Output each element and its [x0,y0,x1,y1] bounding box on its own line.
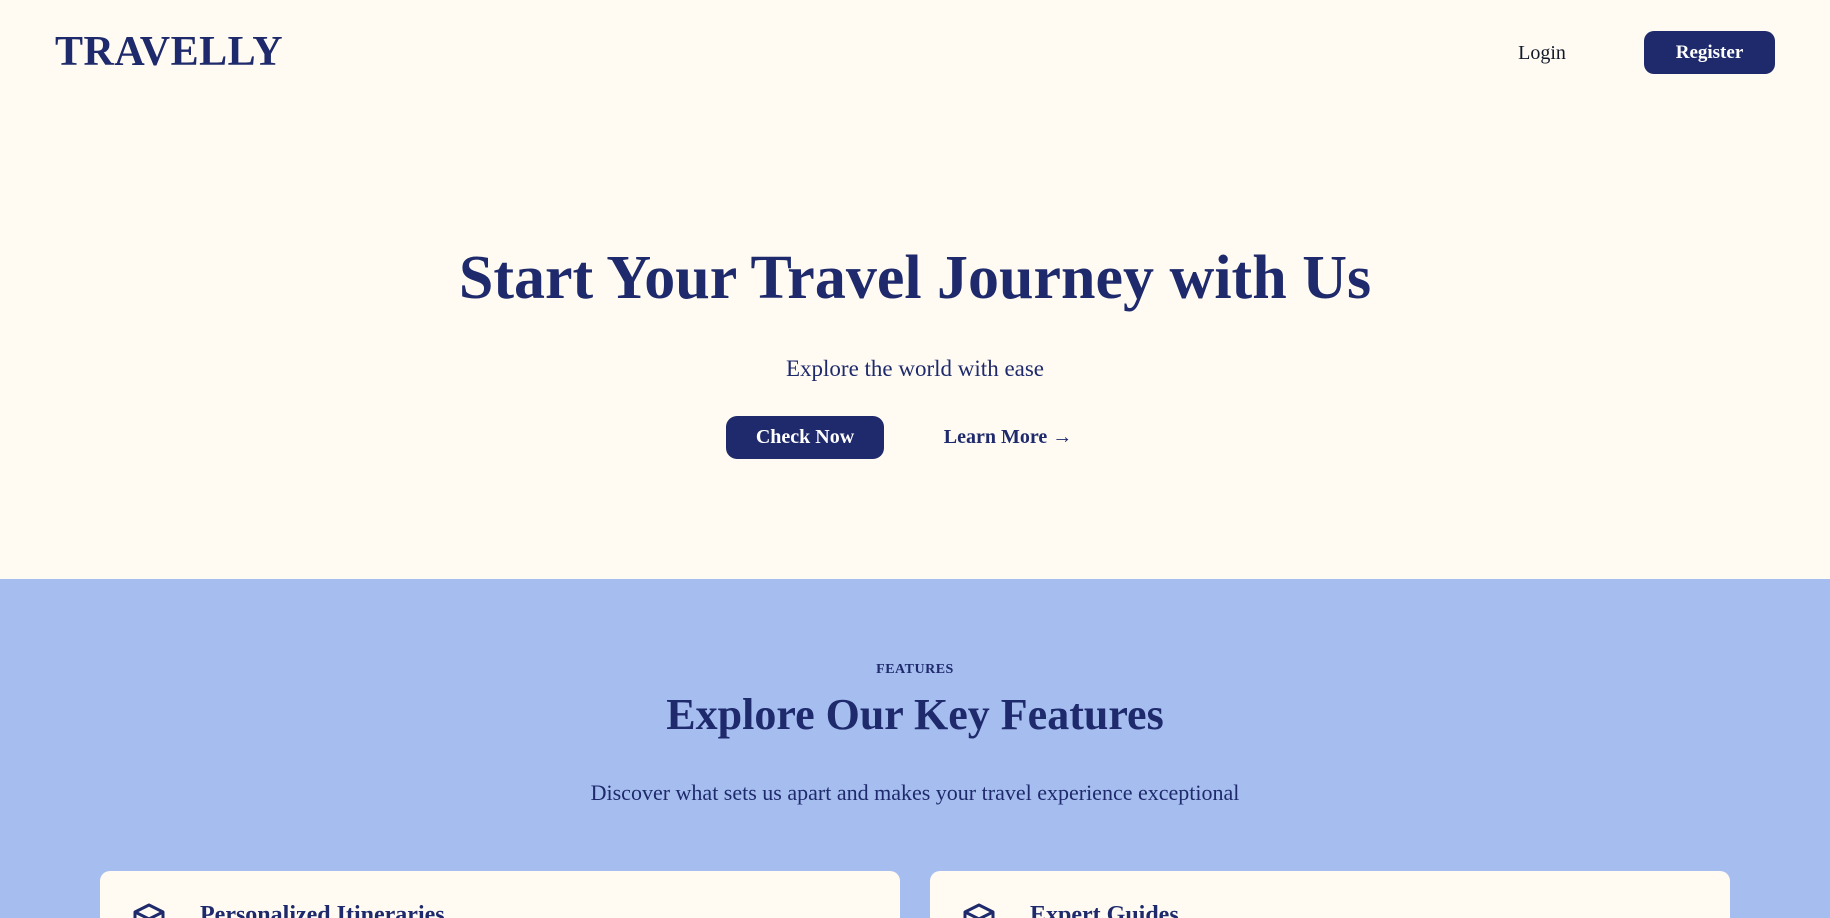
register-button[interactable]: Register [1644,31,1775,74]
hero-subtitle: Explore the world with ease [785,356,1045,381]
features-description: Discover what sets us apart and makes yo… [590,780,1240,805]
cube-icon [133,903,165,918]
cube-icon [963,903,995,918]
check-now-button[interactable]: Check Now [726,416,884,459]
feature-card-title: Personalized Itineraries [200,902,445,918]
features-section: FEATURES Explore Our Key Features Discov… [0,579,1830,918]
site-header: TRAVELLY Login Register [0,0,1830,105]
page: TRAVELLY Login Register Start Your Trave… [0,0,1830,918]
feature-card-expert-guides: Expert Guides [930,871,1730,918]
hero-title: Start Your Travel Journey with Us [458,244,1372,312]
feature-card-personalized-itineraries: Personalized Itineraries [100,871,900,918]
learn-more-link[interactable]: Learn More → [930,416,1086,459]
feature-card-title: Expert Guides [1030,902,1179,918]
features-title: Explore Our Key Features [666,690,1164,739]
brand-logo[interactable]: TRAVELLY [55,26,283,78]
features-eyebrow: FEATURES [876,662,954,677]
login-link[interactable]: Login [1500,36,1584,70]
